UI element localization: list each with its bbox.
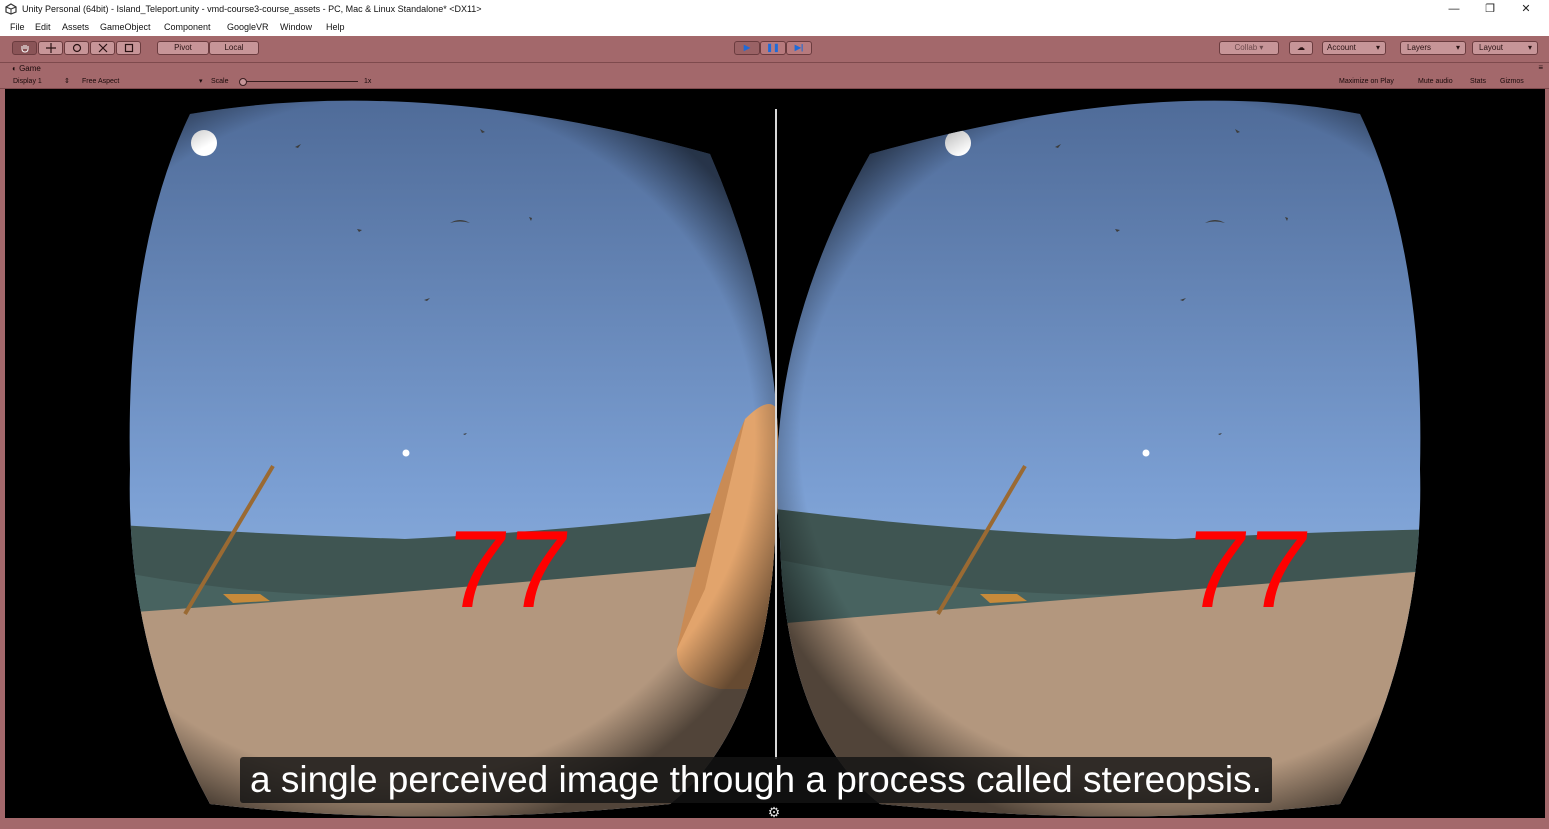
pause-icon: ❚❚ — [766, 43, 780, 52]
hand-icon — [21, 45, 28, 53]
aspect-dropdown[interactable]: Free Aspect — [82, 76, 119, 87]
menu-help[interactable]: Help — [326, 22, 345, 32]
stereo-divider — [775, 109, 777, 759]
close-button[interactable]: ✕ — [1515, 2, 1537, 18]
window-title-bar: Unity Personal (64bit) - Island_Teleport… — [0, 0, 1549, 20]
game-tab-header: ◐ Game ≡ — [0, 63, 1549, 75]
left-eye-view: 77 — [129, 100, 779, 817]
chevron-down-icon: ▾ — [1527, 43, 1532, 52]
cloud-button[interactable]: ☁ — [1289, 41, 1313, 55]
gizmos-dropdown[interactable]: Gizmos — [1500, 76, 1524, 87]
menu-gameobject[interactable]: GameObject — [100, 22, 151, 32]
scale-slider-handle[interactable] — [239, 78, 247, 86]
menu-window[interactable]: Window — [280, 22, 312, 32]
pause-button[interactable]: ❚❚ — [760, 41, 786, 55]
menu-assets[interactable]: Assets — [62, 22, 89, 32]
menu-edit[interactable]: Edit — [35, 22, 51, 32]
menu-component[interactable]: Component — [164, 22, 211, 32]
menu-googlevr[interactable]: GoogleVR — [227, 22, 269, 32]
play-button[interactable]: ▶ — [734, 41, 760, 55]
step-button[interactable]: ▶| — [786, 41, 812, 55]
game-tab[interactable]: ◐ Game — [12, 64, 41, 73]
right-eye-view: 77 — [776, 100, 1421, 817]
game-viewport[interactable]: 77 77 — [5, 89, 1545, 818]
stats-toggle[interactable]: Stats — [1470, 76, 1486, 87]
local-label: Local — [224, 43, 244, 52]
maximize-on-play-toggle[interactable]: Maximize on Play — [1339, 76, 1394, 87]
collab-label: Collab ▾ — [1234, 43, 1264, 52]
move-tool-button[interactable] — [38, 41, 63, 55]
collab-dropdown[interactable]: Collab ▾ — [1219, 41, 1279, 55]
layout-label: Layout — [1479, 43, 1504, 52]
account-label: Account — [1327, 43, 1356, 52]
chevron-down-icon: ▾ — [199, 78, 203, 85]
mute-audio-toggle[interactable]: Mute audio — [1418, 76, 1453, 87]
score-text-right: 77 — [1180, 508, 1315, 631]
scale-icon — [98, 43, 107, 53]
menu-bar: File Edit Assets GameObject Component Go… — [0, 20, 1549, 36]
video-caption: a single perceived image through a proce… — [240, 757, 1272, 803]
chevron-down-icon: ▾ — [1455, 43, 1460, 52]
score-text-left: 77 — [440, 508, 575, 631]
move-icon — [45, 43, 56, 53]
menu-file[interactable]: File — [10, 22, 25, 32]
hand-tool-button[interactable] — [12, 41, 37, 55]
local-toggle[interactable]: Local — [209, 41, 259, 55]
account-dropdown[interactable]: Account ▾ — [1322, 41, 1386, 55]
game-tab-label: Game — [19, 64, 41, 73]
game-icon: ◐ — [12, 64, 17, 73]
game-view-toolbar: Display 1 ⇕ Free Aspect ▾ Scale 1x Maxim… — [0, 75, 1549, 89]
cloud-icon: ☁ — [1297, 43, 1305, 52]
minimize-button[interactable]: — — [1443, 2, 1465, 18]
gear-icon[interactable]: ⚙ — [767, 805, 781, 819]
step-icon: ▶| — [794, 43, 804, 52]
panel-border-right — [1545, 89, 1549, 818]
display-dropdown[interactable]: Display 1 — [13, 76, 42, 87]
window-title: Unity Personal (64bit) - Island_Teleport… — [22, 4, 482, 14]
scale-value: 1x — [364, 78, 372, 85]
play-icon: ▶ — [743, 43, 751, 52]
layers-dropdown[interactable]: Layers ▾ — [1400, 41, 1466, 55]
scale-slider[interactable] — [239, 78, 358, 86]
chevron-down-icon: ⇕ — [64, 78, 70, 85]
rect-icon — [124, 43, 133, 53]
chevron-down-icon: ▾ — [1375, 43, 1380, 52]
scale-tool-button[interactable] — [90, 41, 115, 55]
rotate-tool-button[interactable] — [64, 41, 89, 55]
scale-label: Scale — [211, 78, 229, 85]
tab-menu-icon[interactable]: ≡ — [1538, 63, 1543, 72]
rect-tool-button[interactable] — [116, 41, 141, 55]
unity-logo-icon — [5, 3, 17, 15]
rotate-icon — [72, 43, 81, 53]
main-toolbar: Pivot Local ▶ ❚❚ ▶| Collab ▾ ☁ Account ▾… — [0, 36, 1549, 63]
restore-button[interactable]: ❐ — [1479, 2, 1501, 18]
pivot-label: Pivot — [174, 43, 192, 52]
layers-label: Layers — [1407, 43, 1432, 52]
layout-dropdown[interactable]: Layout ▾ — [1472, 41, 1538, 55]
pivot-toggle[interactable]: Pivot — [157, 41, 209, 55]
